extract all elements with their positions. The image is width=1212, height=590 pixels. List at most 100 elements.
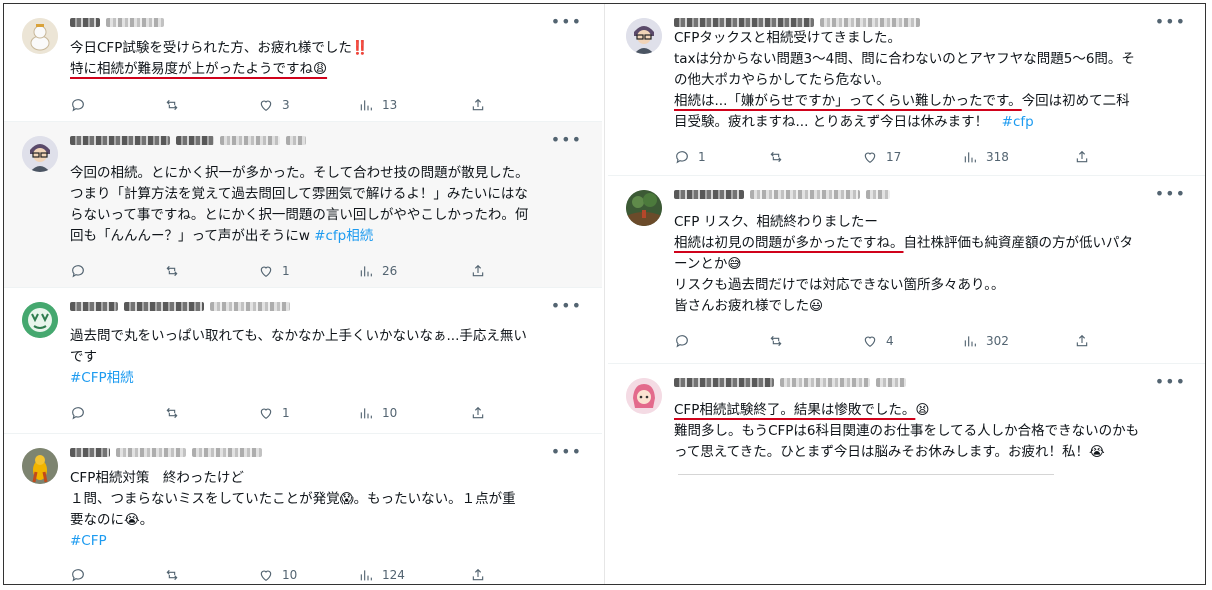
share-button[interactable] bbox=[470, 404, 486, 422]
retweet-button[interactable] bbox=[768, 148, 862, 166]
more-icon[interactable]: ••• bbox=[551, 442, 582, 461]
more-icon[interactable]: ••• bbox=[551, 12, 582, 31]
tweet-text: 今回の相続。とにかく択一が多かった。そして合わせ技の問題が散見した。 つまり「計算… bbox=[70, 163, 588, 247]
avatar[interactable] bbox=[22, 302, 58, 338]
avatar[interactable] bbox=[626, 378, 662, 414]
tweet-text: CFP相続対策 終わったけど １問、つまらないミスをしていたことが発覚😱。もったい… bbox=[70, 468, 588, 552]
share-button[interactable] bbox=[470, 262, 486, 280]
reply-button[interactable] bbox=[674, 332, 768, 350]
retweet-button[interactable] bbox=[164, 566, 258, 584]
tweet-card[interactable]: ••• 今日CFP試験を受けられた方、お疲れ様でした‼️ 特に相続が難易度が上がっ… bbox=[4, 4, 602, 122]
avatar[interactable] bbox=[22, 18, 58, 54]
author-header bbox=[674, 186, 890, 202]
action-bar: 4 302 bbox=[674, 332, 1188, 350]
tweet-text: CFPタックスと相続受けてきました。 taxは分からない問題3〜4問、問に合わない… bbox=[674, 28, 1192, 133]
tweet-line: 今日CFP試験を受けられた方、お疲れ様でした‼️ bbox=[70, 38, 588, 59]
retweet-icon bbox=[164, 567, 180, 583]
action-bar: 1 26 bbox=[70, 262, 584, 280]
author-header bbox=[70, 132, 306, 148]
text-segment: 今回は初めて二科 bbox=[1021, 93, 1130, 109]
tweet-card[interactable]: ••• 今回の相続。とにかく択一が多かった。そして合わせ技の問題が散見した。 つま… bbox=[4, 122, 602, 288]
text-segment: つまり「計算方法を覚えて過去問回して雰囲気で解けるよ！」みたいにはな bbox=[70, 186, 528, 202]
heart-icon bbox=[258, 567, 274, 583]
retweet-button[interactable] bbox=[164, 262, 258, 280]
reply-icon bbox=[70, 97, 86, 113]
share-icon bbox=[470, 263, 486, 279]
share-icon bbox=[1074, 333, 1090, 349]
tweet-card[interactable]: ••• CFP相続対策 終わったけど １問、つまらないミスをしていたことが発覚😱。… bbox=[4, 434, 602, 584]
tweet-line: CFP相続対策 終わったけど bbox=[70, 468, 588, 489]
text-segment: 今回の相続。とにかく択一が多かった。そして合わせ技の問題が散見した。 bbox=[70, 165, 529, 181]
more-icon[interactable]: ••• bbox=[551, 130, 582, 149]
tweet-card[interactable]: ••• CFPタックスと相続受けてきました。 taxは分からない問題3〜4問、問に… bbox=[608, 4, 1205, 176]
avatar[interactable] bbox=[22, 136, 58, 172]
likes-count: 10 bbox=[282, 568, 298, 582]
views-count: 10 bbox=[382, 406, 398, 420]
tweet-line: 特に相続が難易度が上がったようですね😩 bbox=[70, 59, 588, 80]
retweet-button[interactable] bbox=[164, 96, 258, 114]
like-button[interactable]: 3 bbox=[258, 96, 358, 114]
reply-button[interactable] bbox=[70, 404, 164, 422]
tweet-card[interactable]: ••• 過去問で丸をいっぱい取れても、なかなか上手くいかないなぁ...手応え無い… bbox=[4, 288, 602, 434]
retweet-button[interactable] bbox=[164, 404, 258, 422]
hashtag-link[interactable]: #cfp相続 bbox=[314, 228, 373, 244]
text-segment: CFPタックスと相続受けてきました。 bbox=[674, 30, 902, 46]
retweet-button[interactable] bbox=[768, 332, 862, 350]
views-button[interactable]: 124 bbox=[358, 566, 470, 584]
tweet-line: 難問多し。もうCFPは6科目関連のお仕事をしてる人しか合格できないのかも bbox=[674, 421, 1192, 442]
more-icon[interactable]: ••• bbox=[1155, 372, 1186, 391]
avatar[interactable] bbox=[626, 18, 662, 54]
action-bar: 1 10 bbox=[70, 404, 584, 422]
like-button[interactable]: 10 bbox=[258, 566, 358, 584]
tweet-line: 過去問で丸をいっぱい取れても、なかなか上手くいかないなぁ...手応え無い bbox=[70, 326, 588, 347]
tweet-text: 今日CFP試験を受けられた方、お疲れ様でした‼️ 特に相続が難易度が上がったようで… bbox=[70, 38, 588, 80]
likes-count: 3 bbox=[282, 98, 290, 112]
views-button[interactable]: 10 bbox=[358, 404, 470, 422]
share-button[interactable] bbox=[1074, 148, 1090, 166]
text-segment: 要なのに😭。 bbox=[70, 512, 154, 528]
reply-icon bbox=[70, 405, 86, 421]
views-icon bbox=[358, 97, 374, 113]
views-count: 302 bbox=[986, 334, 1009, 348]
text-segment: 回も「んんんー？」って声が出そうにw bbox=[70, 228, 315, 244]
share-button[interactable] bbox=[470, 96, 486, 114]
views-button[interactable]: 318 bbox=[962, 148, 1074, 166]
views-button[interactable]: 26 bbox=[358, 262, 470, 280]
tweet-line: #CFP bbox=[70, 531, 588, 552]
tweet-line: CFPタックスと相続受けてきました。 bbox=[674, 28, 1192, 49]
reply-button[interactable]: 1 bbox=[674, 148, 768, 166]
views-icon bbox=[962, 333, 978, 349]
share-button[interactable] bbox=[470, 566, 486, 584]
text-segment: らないって事ですね。とにかく択一問題の言い回しがややこしかったわ。何 bbox=[70, 207, 529, 223]
tweet-card[interactable]: ••• CFP リスク、相続終わりましたー 相続は初見の問題が多かったですね。自社… bbox=[608, 176, 1205, 364]
views-button[interactable]: 13 bbox=[358, 96, 470, 114]
views-icon bbox=[358, 405, 374, 421]
heart-icon bbox=[258, 405, 274, 421]
separator-line bbox=[678, 474, 1054, 475]
like-button[interactable]: 17 bbox=[862, 148, 962, 166]
tweet-line: taxは分からない問題3〜4問、問に合わないのとアヤフヤな問題5〜6問。そ bbox=[674, 49, 1192, 70]
avatar[interactable] bbox=[626, 190, 662, 226]
hashtag-link[interactable]: #CFP bbox=[70, 533, 107, 549]
reply-button[interactable] bbox=[70, 262, 164, 280]
hashtag-link[interactable]: #CFP相続 bbox=[70, 370, 134, 386]
more-icon[interactable]: ••• bbox=[1155, 184, 1186, 203]
likes-count: 1 bbox=[282, 406, 290, 420]
share-button[interactable] bbox=[1074, 332, 1090, 350]
more-icon[interactable]: ••• bbox=[551, 296, 582, 315]
views-button[interactable]: 302 bbox=[962, 332, 1074, 350]
text-segment: リスクも過去問だけでは対応できない箇所多々あり。。 bbox=[674, 277, 1005, 293]
likes-count: 4 bbox=[886, 334, 894, 348]
likes-count: 17 bbox=[886, 150, 902, 164]
avatar[interactable] bbox=[22, 448, 58, 484]
action-bar: 3 13 bbox=[70, 96, 584, 114]
tweet-line: 要なのに😭。 bbox=[70, 510, 588, 531]
reply-button[interactable] bbox=[70, 96, 164, 114]
hashtag-link[interactable]: #cfp bbox=[1002, 114, 1034, 130]
reply-button[interactable] bbox=[70, 566, 164, 584]
tweet-card[interactable]: ••• CFP相続試験終了。結果は惨敗でした。😫 難問多し。もうCFPは6科目関連… bbox=[608, 364, 1205, 584]
like-button[interactable]: 4 bbox=[862, 332, 962, 350]
like-button[interactable]: 1 bbox=[258, 262, 358, 280]
tweet-line: １問、つまらないミスをしていたことが発覚😱。もったいない。１点が重 bbox=[70, 489, 588, 510]
like-button[interactable]: 1 bbox=[258, 404, 358, 422]
